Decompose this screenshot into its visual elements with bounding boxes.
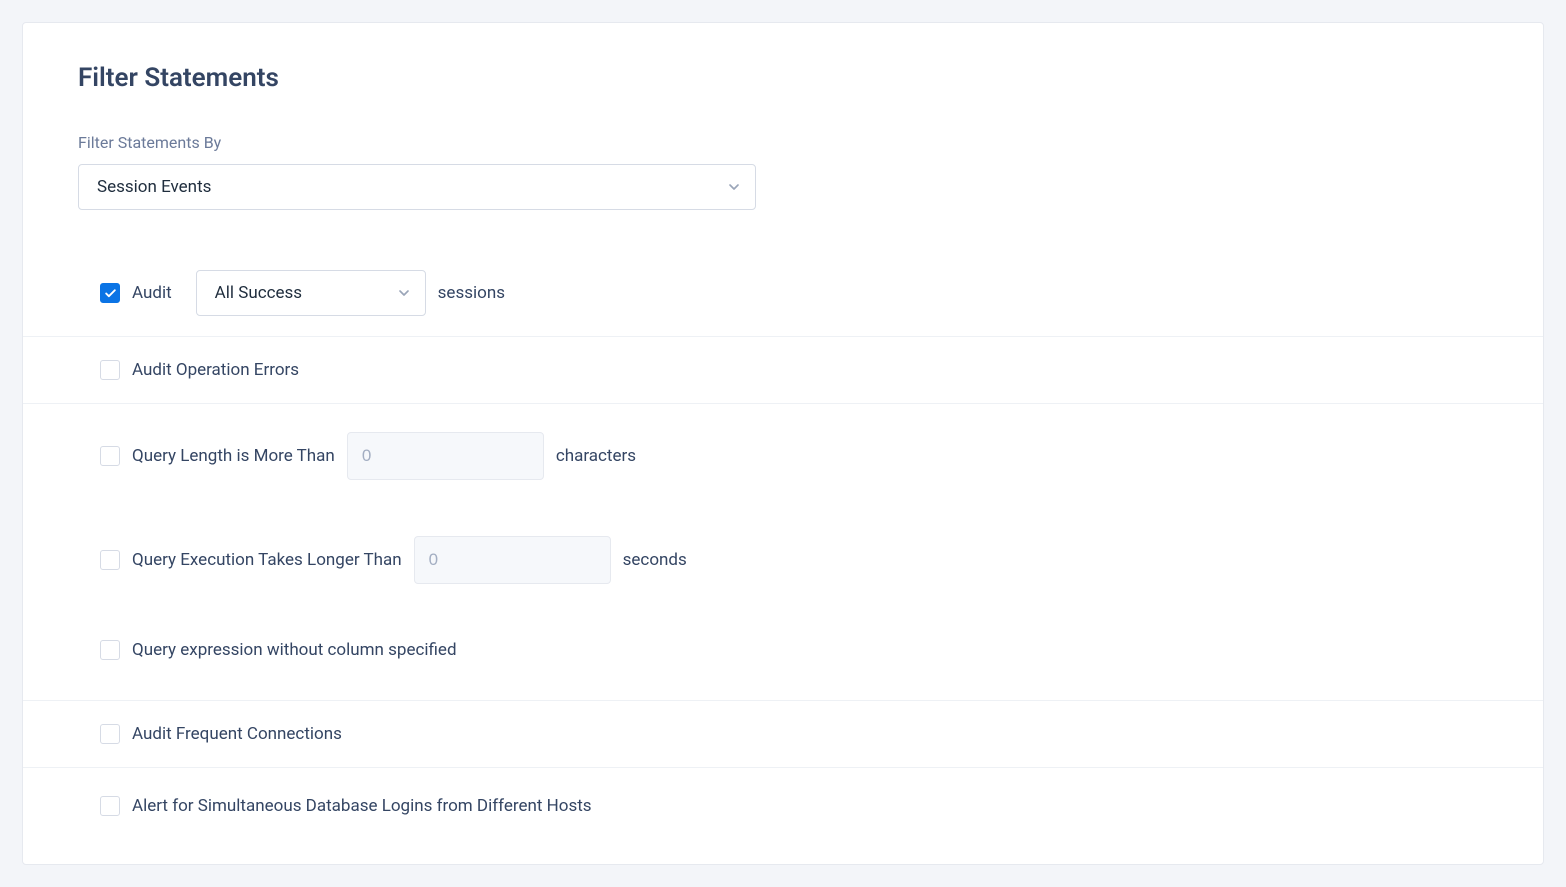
label-query-length-suffix: characters [556,446,636,466]
row-freq-conn: Audit Frequent Connections [23,701,1543,767]
filter-statements-card: Filter Statements Filter Statements By S… [22,22,1544,865]
checkbox-sim-logins[interactable] [100,796,120,816]
label-query-exec-suffix: seconds [623,550,687,570]
row-query-group: Query Length is More Than characters Que… [23,403,1543,700]
checkbox-query-length[interactable] [100,446,120,466]
row-query-length: Query Length is More Than characters [23,404,1543,508]
row-sim-logins: Alert for Simultaneous Database Logins f… [23,768,1543,834]
label-audit: Audit [132,283,172,303]
checkbox-audit[interactable] [100,283,120,303]
label-audit-suffix: sessions [438,283,505,303]
row-freq-conn-section: Audit Frequent Connections [23,700,1543,767]
audit-type-select[interactable]: All Success [196,270,426,316]
row-sim-logins-section: Alert for Simultaneous Database Logins f… [23,767,1543,834]
page-title: Filter Statements [78,63,1488,93]
checkbox-query-exec[interactable] [100,550,120,570]
row-audit-errors: Audit Operation Errors [23,337,1543,403]
checkbox-freq-conn[interactable] [100,724,120,744]
filter-by-select-value: Session Events [97,177,211,197]
row-audit-section: Audit All Success sessions [23,250,1543,336]
label-sim-logins: Alert for Simultaneous Database Logins f… [132,796,592,816]
checkbox-audit-errors[interactable] [100,360,120,380]
label-audit-errors: Audit Operation Errors [132,360,299,380]
filter-by-select-wrap: Session Events [78,164,756,210]
input-query-exec[interactable] [414,536,611,584]
filter-by-label: Filter Statements By [78,133,1488,152]
row-query-expr: Query expression without column specifie… [23,612,1543,700]
audit-type-select-value: All Success [215,283,302,303]
row-query-exec: Query Execution Takes Longer Than second… [23,508,1543,612]
label-freq-conn: Audit Frequent Connections [132,724,342,744]
row-audit: Audit All Success sessions [23,250,1543,336]
checkbox-query-expr[interactable] [100,640,120,660]
label-query-exec: Query Execution Takes Longer Than [132,550,402,570]
row-audit-errors-section: Audit Operation Errors [23,336,1543,403]
label-query-expr: Query expression without column specifie… [132,640,457,660]
card-header: Filter Statements Filter Statements By S… [23,63,1543,210]
filter-by-select[interactable]: Session Events [78,164,756,210]
label-query-length: Query Length is More Than [132,446,335,466]
audit-type-select-wrap: All Success [196,270,426,316]
input-query-length[interactable] [347,432,544,480]
